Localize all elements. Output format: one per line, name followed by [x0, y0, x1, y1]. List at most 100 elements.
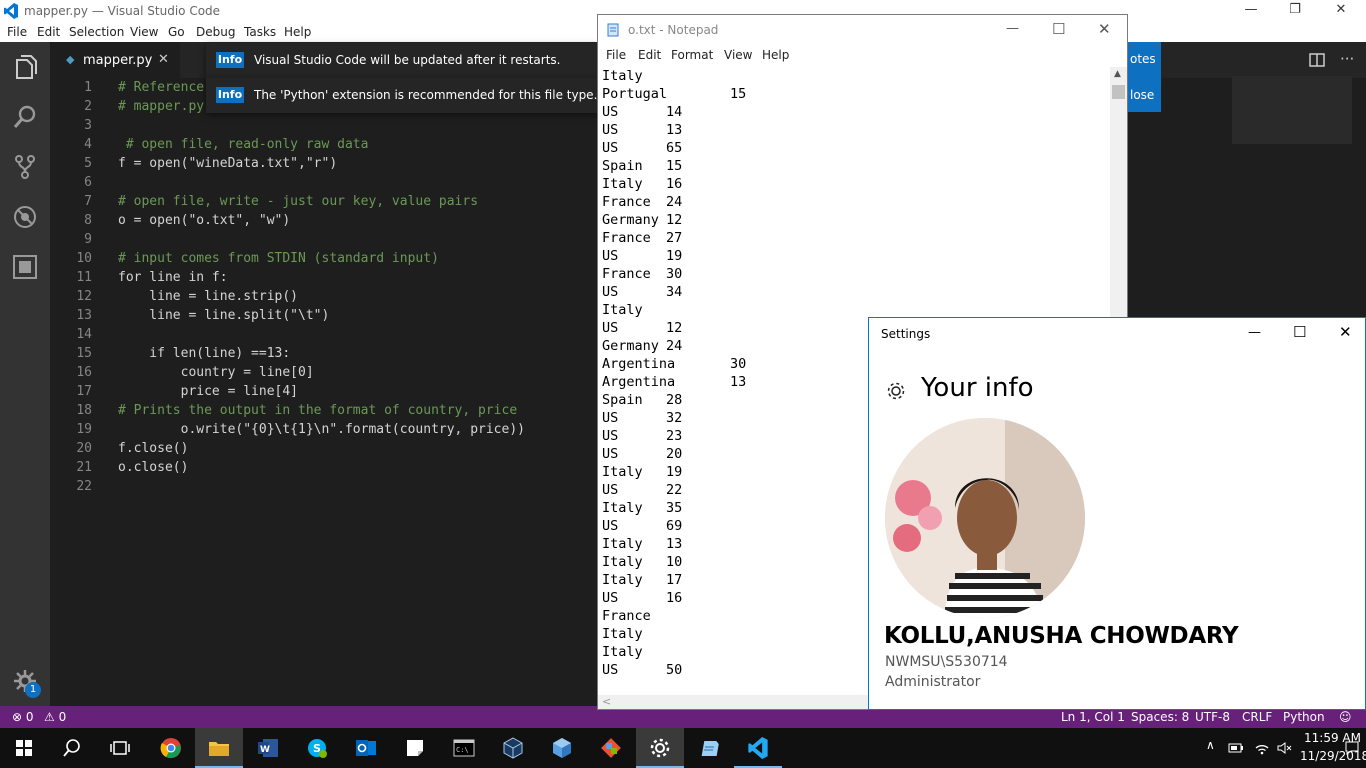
country-value: Argentina: [602, 356, 676, 372]
maximize-icon[interactable]: ☐: [1052, 20, 1065, 38]
show-hidden-icons-icon[interactable]: ∧: [1206, 738, 1215, 752]
taskbar-virtualbox[interactable]: [489, 728, 537, 768]
taskbar-vscode[interactable]: [734, 728, 782, 768]
search-button[interactable]: [48, 728, 96, 768]
country-value: US: [602, 284, 619, 300]
battery-icon[interactable]: [1228, 741, 1244, 755]
menu-edit[interactable]: Edit: [638, 48, 661, 62]
minimize-icon[interactable]: —: [1006, 21, 1019, 36]
taskbar-settings[interactable]: [636, 728, 684, 768]
price-value: 15: [730, 86, 747, 102]
split-editor-icon[interactable]: [1309, 53, 1325, 67]
taskbar-file-explorer[interactable]: [195, 728, 243, 768]
user-name: KOLLU,ANUSHA CHOWDARY: [884, 623, 1239, 649]
menu-view[interactable]: View: [130, 25, 158, 39]
notepad-line: Germany 12: [602, 211, 1110, 229]
price-value: 17: [666, 572, 683, 588]
close-notification-button[interactable]: lose: [1130, 88, 1154, 102]
taskbar-word[interactable]: W: [244, 728, 292, 768]
menu-selection[interactable]: Selection: [69, 25, 124, 39]
tab-close-icon[interactable]: ✕: [158, 52, 169, 67]
terminal-icon: C:\: [453, 739, 475, 757]
explorer-icon[interactable]: [12, 54, 38, 80]
taskbar: W S C:\ ∧ 11:59 AM 11/29/2018: [0, 728, 1366, 768]
notification-actions: otes lose: [1128, 42, 1161, 112]
notification-message: Visual Studio Code will be updated after…: [254, 53, 561, 67]
menu-file[interactable]: File: [7, 25, 27, 39]
taskbar-git-gui[interactable]: [587, 728, 635, 768]
taskbar-notepad[interactable]: [685, 728, 733, 768]
code-line: # open file, read-only raw data: [118, 137, 369, 152]
scroll-left-icon[interactable]: <: [602, 695, 611, 708]
country-value: Italy: [602, 572, 643, 588]
taskbar-skype[interactable]: S: [293, 728, 341, 768]
country-value: Italy: [602, 68, 643, 84]
taskbar-command-prompt[interactable]: C:\: [440, 728, 488, 768]
language-mode[interactable]: Python: [1283, 710, 1325, 724]
country-value: US: [602, 140, 619, 156]
price-value: 12: [666, 320, 683, 336]
close-icon[interactable]: ✕: [1339, 323, 1352, 341]
price-value: 23: [666, 428, 683, 444]
country-value: Portugal: [602, 86, 668, 102]
line-number: 16: [76, 365, 92, 380]
code-line: line = line.strip(): [118, 289, 299, 304]
price-value: 15: [666, 158, 683, 174]
start-button[interactable]: [0, 728, 48, 768]
vscode-window-title: mapper.py — Visual Studio Code: [24, 4, 221, 18]
indentation[interactable]: Spaces: 8: [1131, 710, 1189, 724]
close-icon[interactable]: ✕: [1326, 2, 1356, 20]
menu-help[interactable]: Help: [762, 48, 789, 62]
line-number: 21: [76, 460, 92, 475]
code-line: # open file, write - just our key, value…: [118, 194, 479, 209]
notepad-line: France 24: [602, 193, 1110, 211]
country-value: US: [602, 590, 619, 606]
country-value: US: [602, 482, 619, 498]
menu-tasks[interactable]: Tasks: [244, 25, 276, 39]
smiley-feedback-icon[interactable]: ☺: [1339, 710, 1352, 724]
encoding[interactable]: UTF-8: [1195, 710, 1230, 724]
menu-file[interactable]: File: [606, 48, 626, 62]
price-value: 27: [666, 230, 683, 246]
code-line: price = line[4]: [118, 384, 299, 399]
extensions-icon[interactable]: [12, 254, 38, 280]
scroll-thumb[interactable]: [1112, 85, 1125, 99]
source-control-icon[interactable]: [12, 154, 38, 180]
close-icon[interactable]: ✕: [1098, 20, 1111, 38]
minimap[interactable]: [1232, 76, 1352, 144]
wifi-icon[interactable]: [1254, 740, 1270, 756]
warnings-count[interactable]: ⚠ 0: [44, 710, 66, 724]
tab-mapper-py[interactable]: ◆ mapper.py ✕: [50, 42, 180, 78]
taskbar-chrome[interactable]: [147, 728, 195, 768]
menu-go[interactable]: Go: [168, 25, 185, 39]
line-number: 14: [76, 327, 92, 342]
scroll-up-icon[interactable]: ▲: [1114, 69, 1121, 79]
menu-format[interactable]: Format: [671, 48, 713, 62]
line-number: 1: [84, 80, 92, 95]
restore-icon[interactable]: ❐: [1280, 2, 1310, 20]
action-center-icon[interactable]: [1344, 740, 1360, 756]
line-ending[interactable]: CRLF: [1242, 710, 1272, 724]
search-icon[interactable]: [12, 104, 38, 130]
cursor-position[interactable]: Ln 1, Col 1: [1061, 710, 1125, 724]
menu-edit[interactable]: Edit: [37, 25, 60, 39]
maximize-icon[interactable]: ☐: [1293, 323, 1306, 341]
menu-debug[interactable]: Debug: [196, 25, 235, 39]
task-view-button[interactable]: [96, 728, 144, 768]
country-value: Italy: [602, 554, 643, 570]
line-number: 17: [76, 384, 92, 399]
minimize-icon[interactable]: —: [1236, 2, 1266, 20]
menu-help[interactable]: Help: [284, 25, 311, 39]
debug-icon[interactable]: [12, 204, 38, 230]
errors-count[interactable]: ⊗ 0: [12, 710, 34, 724]
taskbar-outlook[interactable]: [342, 728, 390, 768]
minimize-icon[interactable]: —: [1248, 325, 1261, 340]
taskbar-app-cube[interactable]: [538, 728, 586, 768]
more-actions-icon[interactable]: ···: [1340, 50, 1354, 68]
line-number: 7: [84, 194, 92, 209]
taskbar-sticky-notes[interactable]: [391, 728, 439, 768]
menu-view[interactable]: View: [724, 48, 752, 62]
release-notes-button[interactable]: otes: [1130, 52, 1156, 66]
country-value: France: [602, 194, 651, 210]
volume-muted-icon[interactable]: [1276, 740, 1292, 756]
